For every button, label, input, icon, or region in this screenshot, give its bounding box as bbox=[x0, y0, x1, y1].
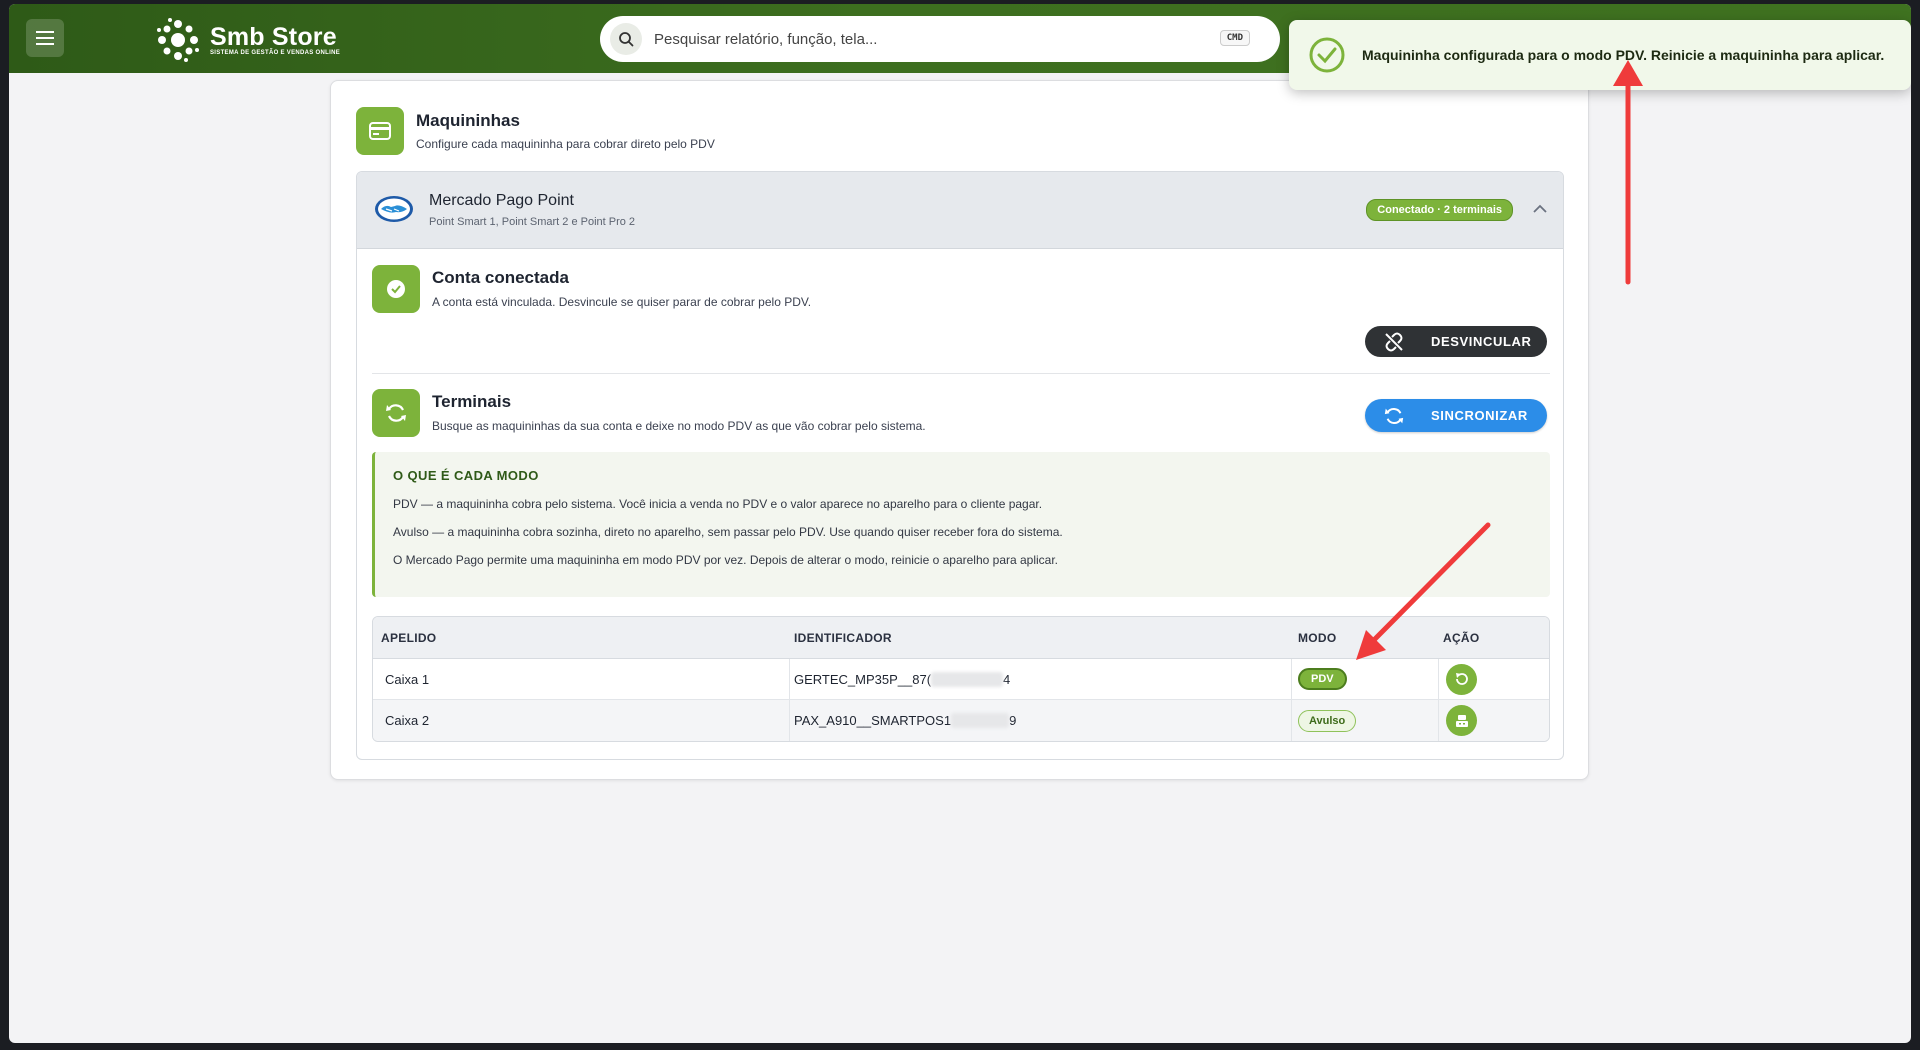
account-title: Conta conectada bbox=[432, 268, 569, 287]
identifier-prefix: PAX_A910__SMARTPOS1 bbox=[794, 713, 952, 728]
identifier-prefix: GERTEC_MP35P__87( bbox=[794, 671, 932, 687]
terminals-block: Terminais Busque as maquininhas da sua c… bbox=[372, 389, 926, 437]
sync-label: SINCRONIZAR bbox=[1431, 408, 1528, 423]
search-icon bbox=[610, 23, 642, 55]
unlink-label: DESVINCULAR bbox=[1431, 334, 1532, 349]
app-window: Smb Store SISTEMA DE GESTÃO E VENDAS ONL… bbox=[9, 4, 1911, 1043]
hamburger-icon bbox=[36, 31, 54, 45]
provider-models: Point Smart 1, Point Smart 2 e Point Pro… bbox=[429, 216, 636, 228]
terminals-title: Terminais bbox=[432, 392, 512, 411]
account-status-icon bbox=[372, 265, 420, 313]
unlink-button[interactable]: DESVINCULAR bbox=[1365, 326, 1547, 357]
brand-logo[interactable]: Smb Store SISTEMA DE GESTÃO E VENDAS ONL… bbox=[154, 16, 340, 64]
column-separator bbox=[1438, 700, 1439, 741]
account-block: Conta conectada A conta está vinculada. … bbox=[372, 265, 811, 313]
toast-message: Maquininha configurada para o modo PDV. … bbox=[1362, 47, 1885, 63]
logo-icon bbox=[157, 18, 199, 62]
mode-badge-avulso[interactable]: Avulso bbox=[1298, 709, 1357, 732]
column-header: AÇÃO bbox=[1443, 630, 1480, 645]
mode-cell: Avulso bbox=[1298, 700, 1357, 741]
search-input[interactable]: Pesquisar relatório, função, tela... bbox=[654, 31, 877, 48]
set-pdv-button[interactable] bbox=[1446, 705, 1477, 736]
column-separator bbox=[1291, 659, 1292, 699]
section-header: Maquininhas Configure cada maquininha pa… bbox=[356, 107, 715, 155]
identifier-suffix: 9 bbox=[1009, 713, 1017, 728]
terminals-description: Busque as maquininhas da sua conta e dei… bbox=[432, 419, 926, 433]
table-row: Caixa 2 PAX_A910__SMARTPOS1 9 Avulso bbox=[373, 700, 1549, 741]
mercado-pago-logo-icon bbox=[375, 196, 413, 222]
sync-status-icon bbox=[372, 389, 420, 437]
cash-register-icon bbox=[1455, 714, 1468, 727]
provider-header[interactable]: Mercado Pago Point Point Smart 1, Point … bbox=[357, 172, 1563, 249]
sync-button[interactable]: SINCRONIZAR bbox=[1365, 399, 1547, 432]
mode-cell: PDV bbox=[1298, 659, 1347, 699]
column-separator bbox=[1291, 700, 1292, 741]
column-separator bbox=[789, 700, 790, 741]
terminal-identifier: PAX_A910__SMARTPOS1 9 bbox=[794, 700, 1016, 741]
column-separator bbox=[1438, 659, 1439, 699]
action-cell bbox=[1446, 700, 1477, 741]
mode-info-line: Avulso — a maquininha cobra sozinha, dir… bbox=[393, 525, 1063, 539]
brand-name: Smb Store bbox=[210, 23, 337, 51]
column-separator bbox=[789, 659, 790, 699]
connection-status-badge: Conectado · 2 terminais bbox=[1366, 199, 1513, 221]
shortcut-badge: CMD bbox=[1219, 30, 1250, 46]
redacted-mask bbox=[931, 671, 1004, 687]
terminals-table: APELIDO IDENTIFICADOR MODO AÇÃO Caixa 1 … bbox=[372, 616, 1550, 742]
machines-card: Maquininhas Configure cada maquininha pa… bbox=[330, 80, 1589, 780]
menu-button[interactable] bbox=[26, 19, 64, 57]
restart-button[interactable] bbox=[1446, 663, 1477, 695]
success-toast: Maquininha configurada para o modo PDV. … bbox=[1289, 20, 1911, 90]
chevron-up-icon[interactable] bbox=[1531, 200, 1549, 218]
search-bar[interactable]: Pesquisar relatório, função, tela... CMD bbox=[600, 16, 1280, 62]
page-subtitle: Configure cada maquininha para cobrar di… bbox=[416, 137, 715, 151]
terminal-nickname: Caixa 2 bbox=[385, 713, 430, 728]
redacted-mask bbox=[951, 713, 1010, 728]
card-terminal-icon bbox=[356, 107, 404, 155]
sync-icon bbox=[1384, 407, 1404, 424]
section-divider bbox=[372, 373, 1550, 374]
brand-tagline: SISTEMA DE GESTÃO E VENDAS ONLINE bbox=[210, 50, 341, 56]
identifier-suffix: 4 bbox=[1003, 671, 1011, 687]
terminal-nickname: Caixa 1 bbox=[385, 671, 430, 687]
table-header: APELIDO IDENTIFICADOR MODO AÇÃO bbox=[373, 617, 1549, 659]
restart-icon bbox=[1455, 673, 1468, 685]
page-title: Maquininhas bbox=[416, 111, 520, 130]
provider-panel: Mercado Pago Point Point Smart 1, Point … bbox=[356, 171, 1564, 760]
mode-badge-pdv[interactable]: PDV bbox=[1298, 668, 1347, 690]
column-header: APELIDO bbox=[381, 630, 437, 645]
action-cell bbox=[1446, 659, 1477, 699]
check-circle-icon bbox=[1309, 37, 1345, 73]
mode-info-line: PDV — a maquininha cobra pelo sistema. V… bbox=[393, 497, 1043, 511]
mode-info-line: O Mercado Pago permite uma maquininha em… bbox=[393, 553, 1059, 567]
column-header: IDENTIFICADOR bbox=[794, 630, 892, 645]
table-row: Caixa 1 GERTEC_MP35P__87( 4 PDV bbox=[373, 659, 1549, 700]
account-description: A conta está vinculada. Desvincule se qu… bbox=[432, 295, 812, 309]
mode-info-box: O QUE É CADA MODO PDV — a maquininha cob… bbox=[372, 452, 1550, 597]
column-header: MODO bbox=[1298, 630, 1337, 645]
mode-info-heading: O QUE É CADA MODO bbox=[393, 468, 539, 483]
terminal-identifier: GERTEC_MP35P__87( 4 bbox=[794, 659, 1010, 699]
unlink-icon bbox=[1385, 332, 1403, 351]
provider-name: Mercado Pago Point bbox=[429, 192, 574, 209]
